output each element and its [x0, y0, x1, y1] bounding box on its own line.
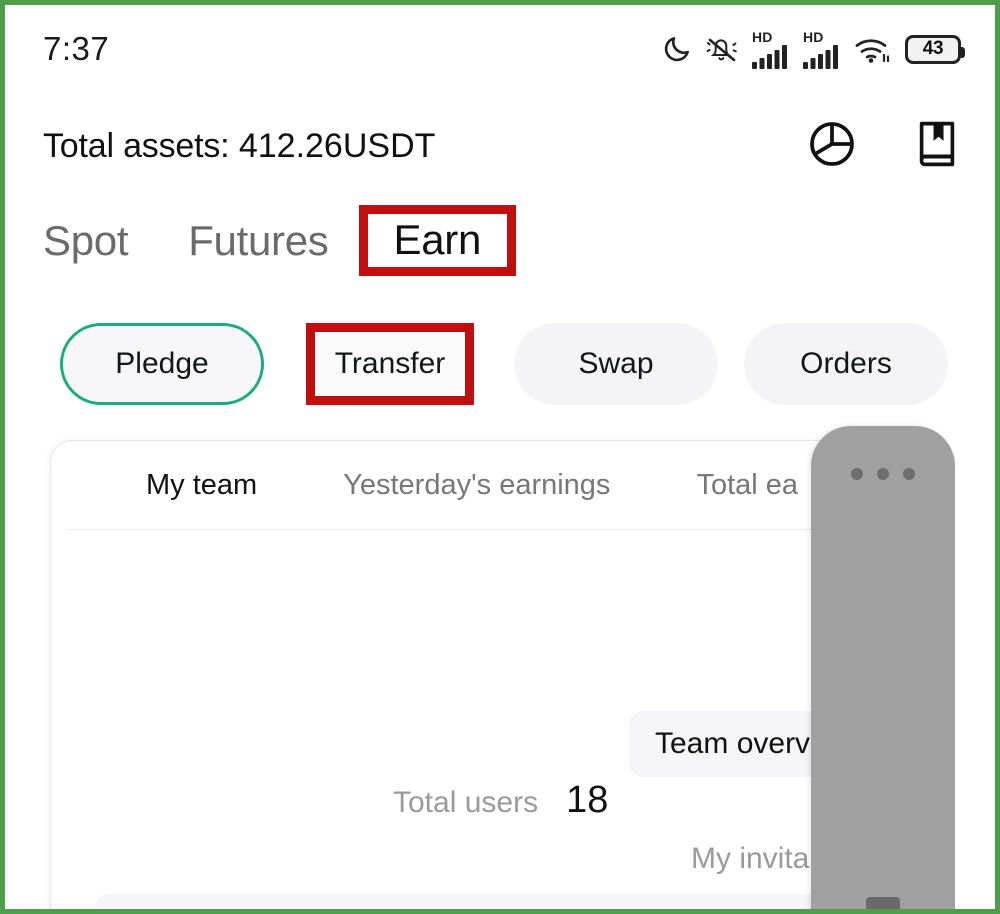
invite-link-field[interactable]: https://www.ubit.cash/register?invite…	[96, 894, 906, 909]
total-users-row: Total users 18	[393, 779, 608, 822]
phone-screenshot: 7:37 HD HD 43 Total assets: 412.26USDT S…	[0, 0, 1000, 914]
segment-transfer[interactable]: Transfer	[335, 347, 446, 381]
annotation-box-earn: Earn	[358, 205, 517, 276]
wallet-header: Total assets: 412.26USDT	[5, 105, 995, 187]
tab-earn[interactable]: Earn	[394, 218, 482, 261]
total-users-label: Total users	[393, 786, 539, 819]
my-invitation-label: My invita	[691, 842, 810, 875]
wifi-icon	[854, 34, 892, 64]
card-tab-total-earnings[interactable]: Total ea	[696, 469, 798, 502]
ledger-book-icon[interactable]	[913, 119, 961, 174]
header-action-icons	[807, 119, 961, 174]
status-bar-icons: HD HD 43	[662, 30, 965, 69]
dot-3	[903, 468, 915, 480]
total-assets-label: Total assets:	[43, 126, 230, 165]
silent-bell-slash-icon	[705, 34, 739, 64]
ellipsis-dots-icon[interactable]	[811, 468, 955, 480]
battery-icon: 43	[905, 34, 965, 64]
do-not-disturb-moon-icon	[662, 34, 692, 64]
floating-overlay-panel[interactable]	[811, 426, 955, 909]
status-bar-clock: 7:37	[43, 30, 110, 67]
total-assets: Total assets: 412.26USDT	[43, 127, 435, 166]
earn-segment-bar: Pledge Transfer Swap Orders	[60, 323, 948, 405]
total-assets-value: 412.26USDT	[238, 126, 436, 165]
segment-orders[interactable]: Orders	[744, 323, 948, 405]
annotation-box-transfer: Transfer	[306, 323, 474, 405]
battery-level-label: 43	[922, 38, 944, 59]
card-tab-yesterdays-earnings[interactable]: Yesterday's earnings	[343, 469, 610, 502]
pie-chart-icon[interactable]	[807, 119, 857, 174]
segment-swap[interactable]: Swap	[514, 323, 718, 405]
segment-pledge[interactable]: Pledge	[60, 323, 264, 405]
market-tabs: Spot Futures Earn	[43, 205, 517, 276]
hd-signal-icon-2: HD	[803, 30, 841, 69]
tab-spot[interactable]: Spot	[43, 217, 129, 265]
card-tab-my-team[interactable]: My team	[146, 469, 257, 502]
drag-handle[interactable]	[866, 897, 900, 909]
dot-2	[877, 468, 889, 480]
tab-futures[interactable]: Futures	[188, 217, 329, 265]
dot-1	[851, 468, 863, 480]
hd-signal-icon-1: HD	[752, 30, 790, 69]
total-users-value: 18	[566, 779, 609, 821]
status-bar: 7:37 HD HD 43	[5, 5, 995, 93]
